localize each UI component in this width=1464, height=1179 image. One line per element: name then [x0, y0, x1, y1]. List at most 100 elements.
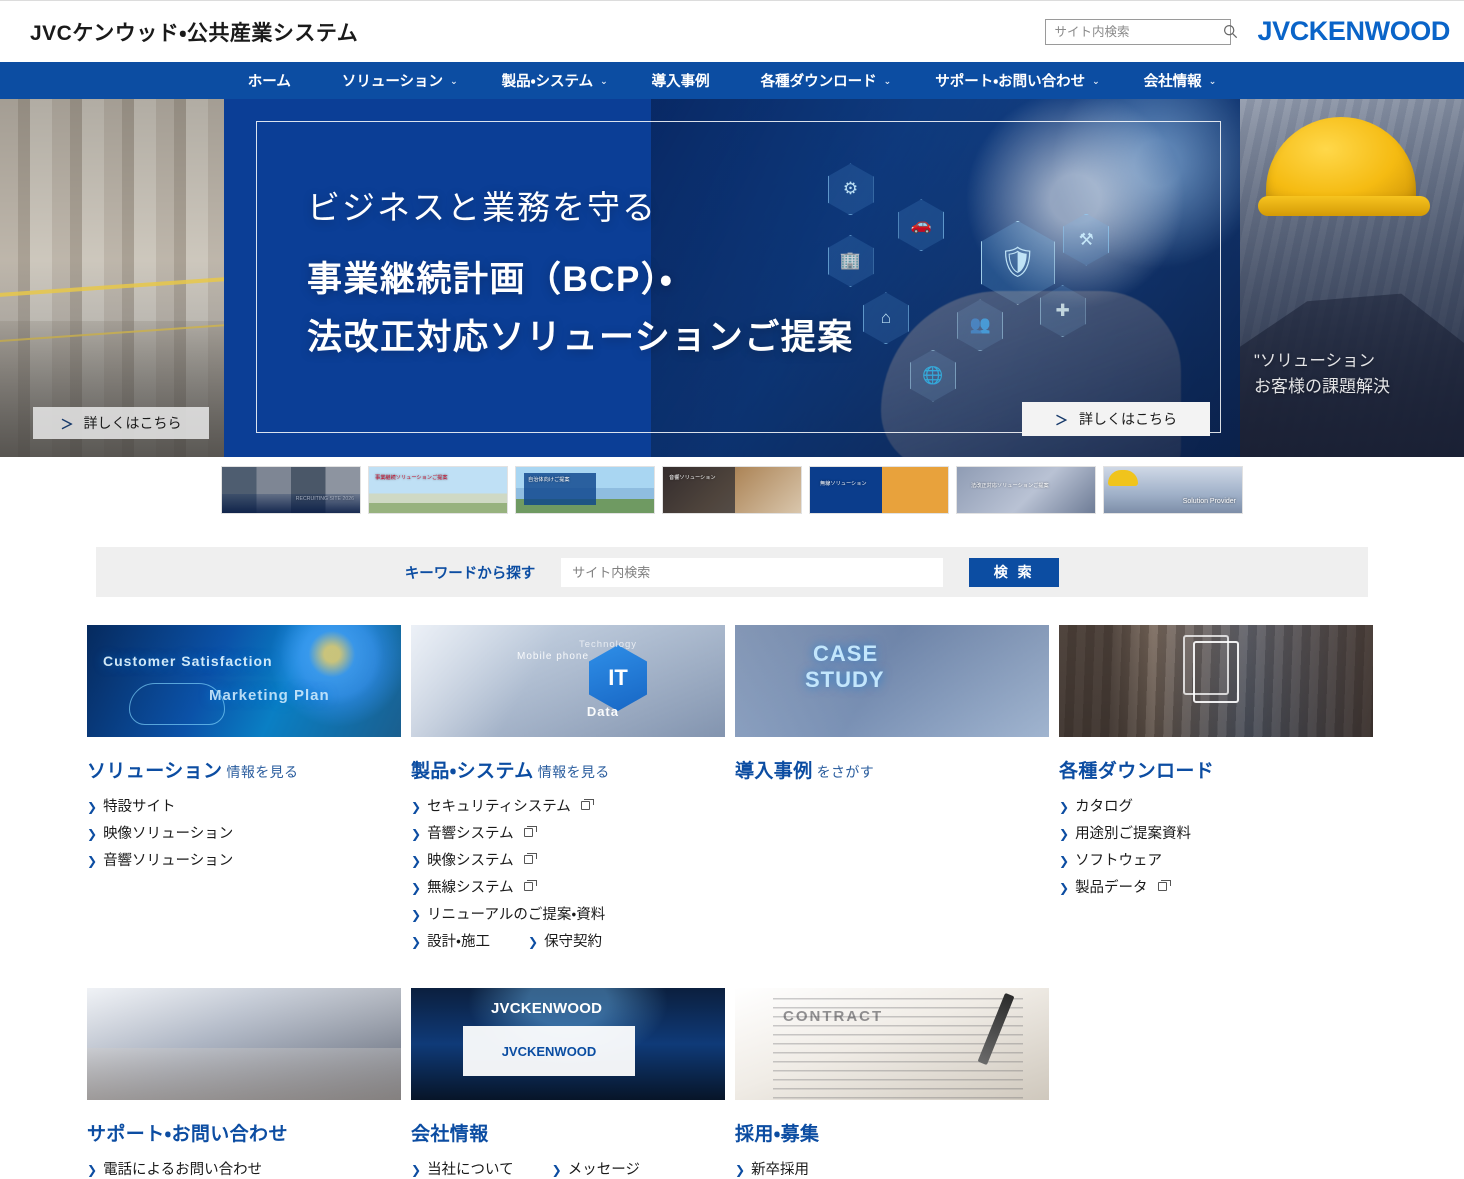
chevron-right-icon: ＞	[1055, 410, 1068, 429]
link-video-system[interactable]: ❯ 映像システム	[411, 846, 533, 873]
header-search-input[interactable]	[1046, 25, 1223, 39]
card-support-image[interactable]	[87, 988, 401, 1100]
card-downloads-title[interactable]: 各種ダウンロード	[1059, 756, 1373, 783]
link-row: ❯ 当社について ❯ メッセージ	[411, 1155, 725, 1179]
card-support-title[interactable]: サポート・お問い合わせ	[87, 1119, 401, 1146]
card-title-main: 製品・システム	[411, 761, 534, 782]
card-products-image[interactable]: IT Data Mobile phone Technology	[411, 625, 725, 737]
link-video-solution[interactable]: ❯ 映像ソリューション	[87, 819, 233, 846]
main-navigation: ホーム ソリューション ⌄ 製品・システム ⌄ 導入事例 各種ダウンロード ⌄ …	[0, 62, 1464, 99]
header-search[interactable]	[1045, 19, 1231, 45]
chevron-right-icon: ❯	[87, 1163, 97, 1177]
external-link-icon	[524, 882, 533, 891]
card-case-study-title[interactable]: 導入事例をさがす	[735, 756, 1049, 783]
chevron-right-icon: ❯	[87, 827, 97, 841]
card-downloads-image[interactable]	[1059, 625, 1373, 737]
chevron-right-icon: ❯	[411, 908, 421, 922]
cloud-icon	[129, 683, 225, 725]
thumbnail-law-revision[interactable]: 法改正対応ソリューションご提案	[956, 466, 1096, 514]
image-text-technology: Technology	[579, 639, 637, 650]
keyword-search-button[interactable]: 検 索	[969, 558, 1059, 587]
card-title-main: 導入事例	[735, 761, 813, 782]
nav-item-products[interactable]: 製品・システム ⌄	[480, 62, 630, 99]
link-label: 音響ソリューション	[103, 849, 233, 870]
link-new-graduate-recruit[interactable]: ❯ 新卒採用	[735, 1155, 809, 1179]
link-phone-inquiry[interactable]: ❯ 電話によるお問い合わせ	[87, 1155, 262, 1179]
hero-active-slide[interactable]: 🚗 🏢 ⌂ ⚙ 🛡 👥 ✚ 🌐 ⚒ ビジネスと業務を守る 事業継続計画（BCP）…	[224, 99, 1240, 457]
hero-slide-next[interactable]: "ソリューション お客様の課題解決	[1240, 99, 1464, 457]
brand-logo[interactable]: JVCKENWOOD	[1257, 16, 1450, 47]
keyword-search-input[interactable]	[561, 558, 943, 587]
link-label: カタログ	[1075, 795, 1133, 816]
link-label: メッセージ	[568, 1158, 640, 1179]
chevron-right-icon: ❯	[411, 827, 421, 841]
card-downloads-links: ❯ カタログ ❯ 用途別ご提案資料 ❯ ソフトウェア ❯ 製品データ	[1059, 792, 1373, 900]
thumbnail-wireless-solution[interactable]: 無線ソリューション	[809, 466, 949, 514]
link-wireless-system[interactable]: ❯ 無線システム	[411, 873, 533, 900]
search-icon[interactable]	[1223, 20, 1238, 44]
card-solution: Customer Satisfaction Marketing Plan ソリュ…	[87, 625, 401, 954]
chevron-right-icon: ❯	[411, 1163, 421, 1177]
link-row: ❯ リニューアルのご提案・資料	[411, 900, 725, 927]
link-proposal-materials[interactable]: ❯ 用途別ご提案資料	[1059, 819, 1191, 846]
link-maintenance-contract[interactable]: ❯ 保守契約	[528, 927, 602, 954]
card-solution-title[interactable]: ソリューション情報を見る	[87, 756, 401, 783]
hero-prev-detail-button[interactable]: ＞ 詳しくはこちら	[33, 407, 209, 439]
card-title-main: サポート・お問い合わせ	[87, 1124, 288, 1145]
nav-item-downloads[interactable]: 各種ダウンロード ⌄	[739, 62, 914, 99]
card-title-sub: 情報を見る	[226, 764, 298, 780]
link-renewal-proposal[interactable]: ❯ リニューアルのご提案・資料	[411, 900, 605, 927]
link-label: 設計・施工	[427, 930, 490, 951]
thumbnail-audio-solution[interactable]: 音響ソリューション	[662, 466, 802, 514]
thumbnail-bcp-solution[interactable]: 事業継続ソリューションご提案	[368, 466, 508, 514]
document-icon	[1193, 641, 1239, 703]
link-message[interactable]: ❯ メッセージ	[552, 1155, 640, 1179]
card-recruit-image[interactable]: CONTRACT	[735, 988, 1049, 1100]
chevron-right-icon: ❯	[1059, 800, 1069, 814]
image-text-data: Data	[587, 704, 619, 719]
link-catalog[interactable]: ❯ カタログ	[1059, 792, 1133, 819]
link-tokusetsu-site[interactable]: ❯ 特設サイト	[87, 792, 176, 819]
card-company-image[interactable]: JVCKENWOOD JVCKENWOOD	[411, 988, 725, 1100]
thumbnail-recruiting-site[interactable]: RECRUITING SITE 2026	[221, 466, 361, 514]
chevron-down-icon: ⌄	[600, 76, 608, 87]
link-row: ❯ 無線システム	[411, 873, 725, 900]
nav-item-case-study[interactable]: 導入事例	[630, 62, 739, 99]
link-about-us[interactable]: ❯ 当社について	[411, 1155, 514, 1179]
thumbnail-local-government[interactable]: 自治体向けご提案	[515, 466, 655, 514]
card-recruit-title[interactable]: 採用・募集	[735, 1119, 1049, 1146]
site-title: JVCケンウッド・公共産業システム	[30, 17, 358, 47]
chevron-right-icon: ❯	[1059, 854, 1069, 868]
thumbnail-solution-provider[interactable]: Solution Provider	[1103, 466, 1243, 514]
chevron-right-icon: ❯	[411, 881, 421, 895]
card-solution-image[interactable]: Customer Satisfaction Marketing Plan	[87, 625, 401, 737]
hero-detail-label: 詳しくはこちら	[1079, 409, 1177, 429]
link-audio-solution[interactable]: ❯ 音響ソリューション	[87, 846, 233, 873]
link-audio-system[interactable]: ❯ 音響システム	[411, 819, 533, 846]
link-product-data[interactable]: ❯ 製品データ	[1059, 873, 1167, 900]
card-products-title[interactable]: 製品・システム情報を見る	[411, 756, 725, 783]
nav-item-company[interactable]: 会社情報 ⌄	[1122, 62, 1239, 99]
card-case-study-image[interactable]: CASE STUDY	[735, 625, 1049, 737]
link-security-system[interactable]: ❯ セキュリティシステム	[411, 792, 590, 819]
hex-tools-icon: ⚒	[1063, 214, 1109, 266]
link-label: セキュリティシステム	[427, 795, 571, 816]
card-products: IT Data Mobile phone Technology 製品・システム情…	[411, 625, 725, 954]
nav-item-support[interactable]: サポート・お問い合わせ ⌄	[913, 62, 1121, 99]
image-text-customer-satisfaction: Customer Satisfaction	[103, 653, 273, 669]
image-text-mobile-phone: Mobile phone	[517, 651, 589, 662]
keyword-search-section: キーワードから探す 検 索	[0, 547, 1464, 597]
chevron-down-icon: ⌄	[1092, 76, 1100, 87]
link-software[interactable]: ❯ ソフトウェア	[1059, 846, 1162, 873]
nav-item-home[interactable]: ホーム	[226, 62, 320, 99]
thumbnail-caption: RECRUITING SITE 2026	[296, 496, 354, 504]
hero-detail-button[interactable]: ＞ 詳しくはこちら	[1022, 402, 1210, 436]
hero-slide-prev[interactable]: ＞ 詳しくはこちら	[0, 99, 224, 457]
nav-item-solution[interactable]: ソリューション ⌄	[320, 62, 480, 99]
hero-next-caption: "ソリューション お客様の課題解決	[1254, 349, 1450, 399]
card-company: JVCKENWOOD JVCKENWOOD 会社情報 ❯ 当社について ❯ メッ…	[411, 988, 725, 1179]
card-company-title[interactable]: 会社情報	[411, 1119, 725, 1146]
link-design-construction[interactable]: ❯ 設計・施工	[411, 927, 490, 954]
chevron-right-icon: ❯	[528, 935, 538, 949]
hero-headline-line1: 事業継続計画（BCP）・	[307, 251, 854, 309]
